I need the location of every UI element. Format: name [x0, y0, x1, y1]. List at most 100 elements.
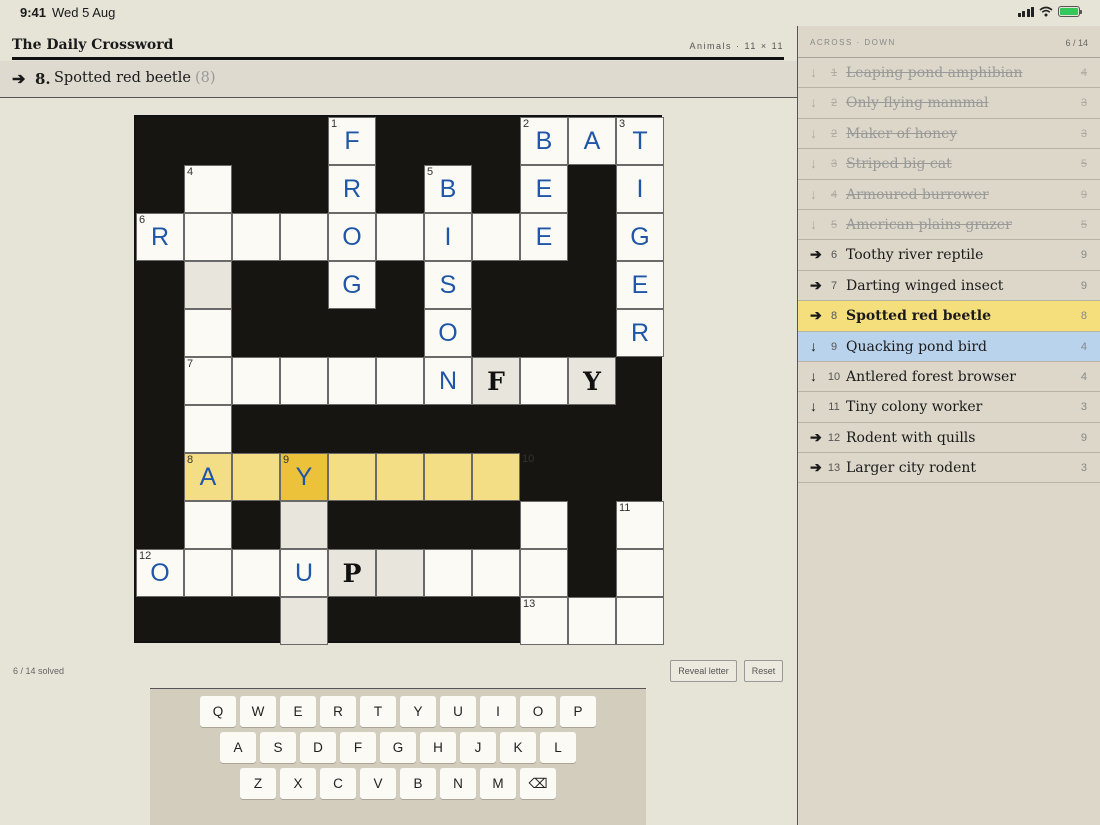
grid-cell[interactable]: 1F [328, 117, 376, 165]
key-l[interactable]: L [540, 732, 576, 763]
grid-cell[interactable]: F [472, 357, 520, 405]
reveal-letter-button[interactable]: Reveal letter [670, 660, 737, 682]
grid-cell[interactable]: N [424, 357, 472, 405]
grid-cell[interactable] [232, 357, 280, 405]
grid-cell[interactable] [472, 213, 520, 261]
clue-item-4[interactable]: ↓ 4 Armoured burrower 9 [798, 180, 1100, 210]
grid-cell[interactable] [376, 453, 424, 501]
grid-cell[interactable] [184, 261, 232, 309]
key-s[interactable]: S [260, 732, 296, 763]
grid-cell[interactable] [424, 453, 472, 501]
key-z[interactable]: Z [240, 768, 276, 799]
grid-cell[interactable] [280, 213, 328, 261]
grid-cell[interactable] [184, 501, 232, 549]
key-h[interactable]: H [420, 732, 456, 763]
key-u[interactable]: U [440, 696, 476, 727]
key-n[interactable]: N [440, 768, 476, 799]
grid-cell[interactable] [328, 357, 376, 405]
clue-item-9[interactable]: ↓ 9 Quacking pond bird 4 [798, 331, 1100, 362]
grid-cell[interactable]: R [328, 165, 376, 213]
grid-cell[interactable] [280, 501, 328, 549]
clue-item-5[interactable]: ↓ 5 American plains grazer 5 [798, 210, 1100, 241]
grid-cell[interactable] [280, 357, 328, 405]
grid-cell[interactable]: I [616, 165, 664, 213]
key-c[interactable]: C [320, 768, 356, 799]
grid-cell[interactable]: E [520, 213, 568, 261]
clue-item-1[interactable]: ↓ 1 Leaping pond amphibian 4 [798, 58, 1100, 89]
clue-item-7[interactable]: ➔ 7 Darting winged insect 9 [798, 271, 1100, 302]
clue-item-3[interactable]: ↓ 3 Striped big cat 5 [798, 149, 1100, 180]
key-k[interactable]: K [500, 732, 536, 763]
key-v[interactable]: V [360, 768, 396, 799]
key-o[interactable]: O [520, 696, 556, 727]
grid-cell[interactable] [616, 597, 664, 645]
direction-tabs[interactable]: ACROSS · DOWN [810, 38, 896, 47]
key-i[interactable]: I [480, 696, 516, 727]
grid-cell[interactable] [520, 549, 568, 597]
clue-item-8[interactable]: ➔ 8 Spotted red beetle 8 [798, 301, 1100, 332]
grid-cell[interactable]: 6R [136, 213, 184, 261]
grid-cell[interactable] [424, 549, 472, 597]
key-b[interactable]: B [400, 768, 436, 799]
grid-cell[interactable] [232, 453, 280, 501]
grid-cell[interactable]: 8A [184, 453, 232, 501]
key-q[interactable]: Q [200, 696, 236, 727]
grid-cell[interactable] [184, 549, 232, 597]
grid-cell[interactable]: S [424, 261, 472, 309]
grid-cell[interactable] [568, 597, 616, 645]
key-a[interactable]: A [220, 732, 256, 763]
grid-cell[interactable]: 13 [520, 597, 568, 645]
current-clue-bar[interactable]: ➔ 8. Spotted red beetle (8) [0, 61, 797, 98]
grid-cell[interactable] [520, 501, 568, 549]
grid-cell[interactable]: O [424, 309, 472, 357]
grid-cell[interactable] [328, 453, 376, 501]
grid-cell[interactable]: Y [568, 357, 616, 405]
grid-cell[interactable]: 2B [520, 117, 568, 165]
grid-cell[interactable]: U [280, 549, 328, 597]
key-x[interactable]: X [280, 768, 316, 799]
grid-cell[interactable]: 5B [424, 165, 472, 213]
clue-item-2[interactable]: ↓ 2 Maker of honey 3 [798, 119, 1100, 150]
key-y[interactable]: Y [400, 696, 436, 727]
grid-cell[interactable]: 7 [184, 357, 232, 405]
crossword-grid[interactable]: 1 F 2 B A 3 T 4 R 5 B E I 6 R O I E G G S E O R 7 N F Y 8 A 9 Y 10 11 12 O U… [134, 115, 664, 645]
grid-cell[interactable]: E [520, 165, 568, 213]
key-w[interactable]: W [240, 696, 276, 727]
grid-cell[interactable]: P [328, 549, 376, 597]
grid-cell[interactable] [376, 213, 424, 261]
grid-cell[interactable] [520, 357, 568, 405]
grid-cell[interactable]: A [568, 117, 616, 165]
key-p[interactable]: P [560, 696, 596, 727]
key-m[interactable]: M [480, 768, 516, 799]
clue-item-13[interactable]: ➔ 13 Larger city rodent 3 [798, 453, 1100, 484]
grid-cell[interactable]: 3T [616, 117, 664, 165]
grid-cell[interactable]: G [616, 213, 664, 261]
clue-item-6[interactable]: ➔ 6 Toothy river reptile 9 [798, 240, 1100, 271]
grid-cell[interactable] [232, 213, 280, 261]
grid-cell[interactable]: 12 O [136, 549, 184, 597]
key-j[interactable]: J [460, 732, 496, 763]
grid-cell[interactable] [232, 549, 280, 597]
grid-cell[interactable] [280, 597, 328, 645]
grid-cell[interactable]: 9Y [280, 453, 328, 501]
clue-item-12[interactable]: ➔ 12 Rodent with quills 9 [798, 423, 1100, 454]
backspace-key[interactable]: ⌫ [520, 768, 556, 799]
grid-cell[interactable]: 11 [616, 501, 664, 549]
grid-cell[interactable] [472, 549, 520, 597]
key-e[interactable]: E [280, 696, 316, 727]
grid-cell[interactable] [376, 549, 424, 597]
key-r[interactable]: R [320, 696, 356, 727]
grid-cell[interactable]: O [328, 213, 376, 261]
key-f[interactable]: F [340, 732, 376, 763]
grid-cell[interactable] [472, 453, 520, 501]
grid-cell[interactable] [184, 405, 232, 453]
grid-cell[interactable] [376, 357, 424, 405]
grid-cell[interactable]: G [328, 261, 376, 309]
grid-cell[interactable]: I [424, 213, 472, 261]
grid-cell[interactable]: R [616, 309, 664, 357]
grid-cell[interactable]: E [616, 261, 664, 309]
clue-item-10[interactable]: ↓ 10 Antlered forest browser 4 [798, 362, 1100, 393]
clue-item-11[interactable]: ↓ 11 Tiny colony worker 3 [798, 392, 1100, 423]
key-d[interactable]: D [300, 732, 336, 763]
key-g[interactable]: G [380, 732, 416, 763]
